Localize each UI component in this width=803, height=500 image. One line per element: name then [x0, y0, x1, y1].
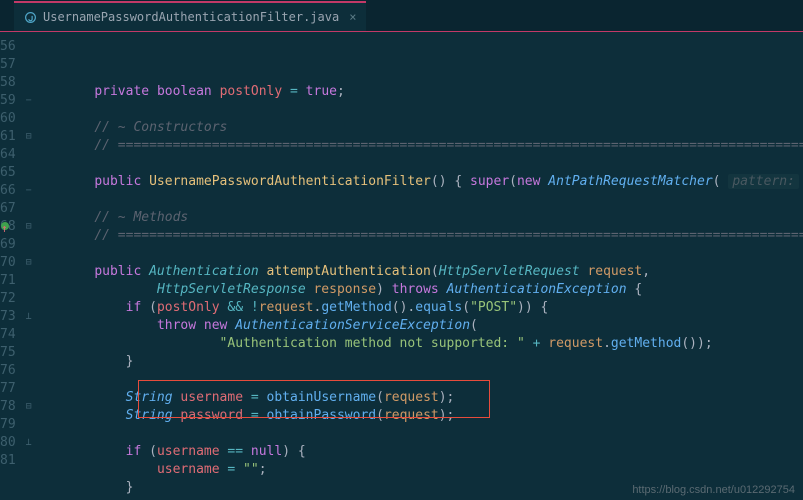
line-number: 67: [0, 200, 26, 218]
code-line[interactable]: String password = obtainPassword(request…: [32, 407, 803, 425]
code-line[interactable]: [32, 191, 803, 209]
line-number: 64: [0, 146, 26, 164]
line-number: 76: [0, 362, 26, 380]
code-line[interactable]: [32, 101, 803, 119]
close-icon[interactable]: ×: [349, 10, 356, 24]
line-number: 74: [0, 326, 26, 344]
watermark: https://blog.csdn.net/u012292754: [632, 484, 795, 496]
code-line[interactable]: username = "";: [32, 461, 803, 479]
code-line[interactable]: [32, 245, 803, 263]
line-number: 79: [0, 416, 26, 434]
line-number: 66: [0, 182, 26, 200]
code-line[interactable]: public Authentication attemptAuthenticat…: [32, 263, 803, 281]
code-line[interactable]: [32, 155, 803, 173]
line-number: 75: [0, 344, 26, 362]
code-line[interactable]: // ~ Constructors: [32, 119, 803, 137]
file-tab[interactable]: UsernamePasswordAuthenticationFilter.jav…: [14, 1, 366, 31]
code-line[interactable]: // =====================================…: [32, 137, 803, 155]
line-number: 69: [0, 236, 26, 254]
code-line[interactable]: private boolean postOnly = true;: [32, 83, 803, 101]
code-line[interactable]: // =====================================…: [32, 227, 803, 245]
code-line[interactable]: "Authentication method not supported: " …: [32, 335, 803, 353]
line-number: 59: [0, 92, 26, 110]
line-number-gutter: 5657585960616465666768697071727374757677…: [0, 32, 26, 500]
tab-bar: UsernamePasswordAuthenticationFilter.jav…: [0, 0, 803, 32]
line-number: 78: [0, 398, 26, 416]
code-line[interactable]: if (username == null) {: [32, 443, 803, 461]
code-line[interactable]: [32, 371, 803, 389]
line-number: 56: [0, 38, 26, 56]
code-line[interactable]: // ~ Methods: [32, 209, 803, 227]
code-line[interactable]: }: [32, 353, 803, 371]
code-line[interactable]: throw new AuthenticationServiceException…: [32, 317, 803, 335]
line-number: 77: [0, 380, 26, 398]
line-number: 80: [0, 434, 26, 452]
code-editor[interactable]: ↑ 56575859606164656667686970717273747576…: [0, 32, 803, 500]
arrow-icon: ↑: [1, 220, 8, 238]
code-line[interactable]: public UsernamePasswordAuthenticationFil…: [32, 173, 803, 191]
line-number: 65: [0, 164, 26, 182]
line-number: 71: [0, 272, 26, 290]
code-line[interactable]: String username = obtainUsername(request…: [32, 389, 803, 407]
line-number: 60: [0, 110, 26, 128]
code-line[interactable]: HttpServletResponse response) throws Aut…: [32, 281, 803, 299]
line-number: 72: [0, 290, 26, 308]
line-number: 58: [0, 74, 26, 92]
line-number: 73: [0, 308, 26, 326]
code-area[interactable]: private boolean postOnly = true; // ~ Co…: [32, 32, 803, 500]
line-number: 81: [0, 452, 26, 470]
line-number: 57: [0, 56, 26, 74]
code-line[interactable]: [32, 425, 803, 443]
line-number: 70: [0, 254, 26, 272]
java-file-icon: [24, 11, 37, 24]
code-line[interactable]: if (postOnly && !request.getMethod().equ…: [32, 299, 803, 317]
line-number: 61: [0, 128, 26, 146]
tab-filename: UsernamePasswordAuthenticationFilter.jav…: [43, 10, 339, 24]
